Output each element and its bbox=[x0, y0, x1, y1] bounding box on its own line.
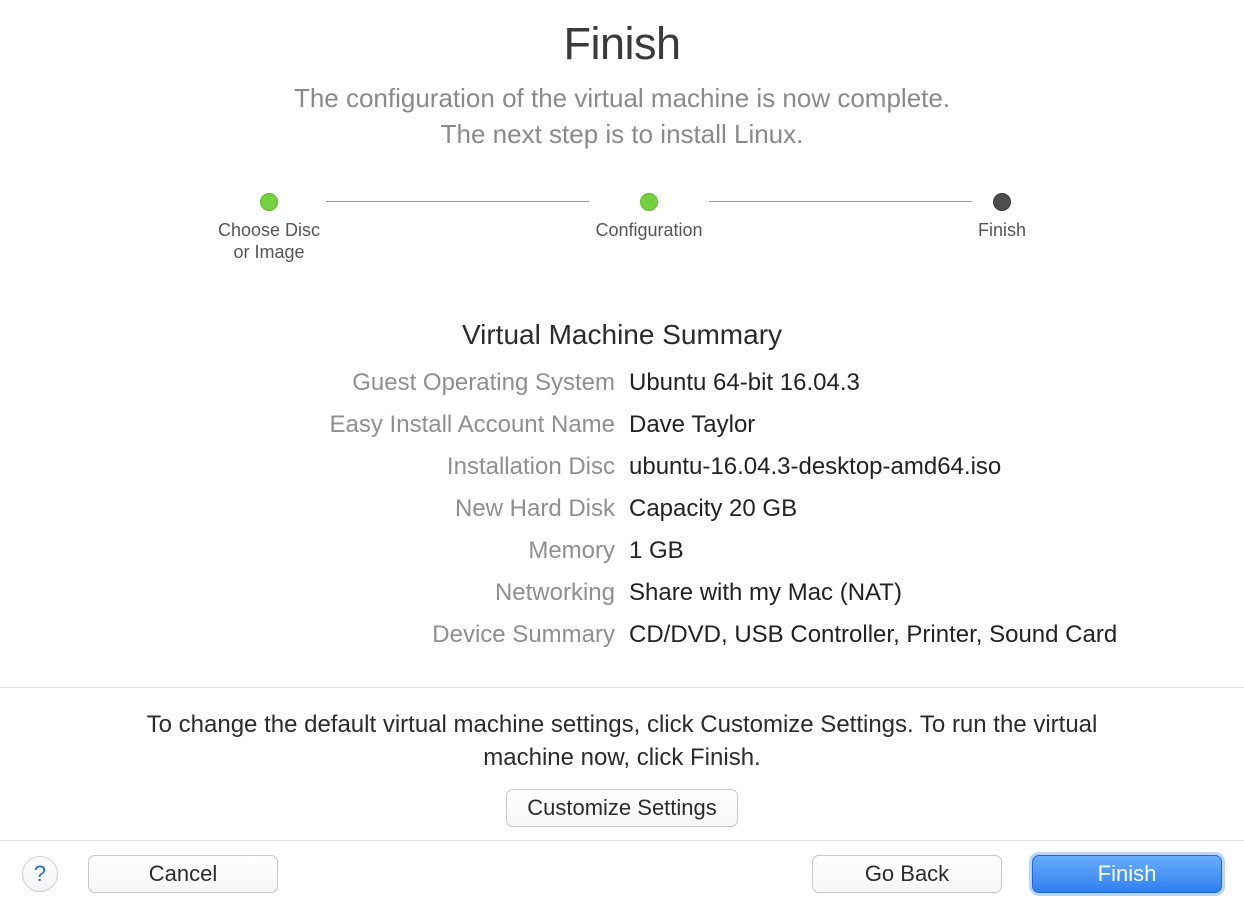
help-button[interactable]: ? bbox=[22, 856, 58, 892]
summary-label: Installation Disc bbox=[40, 453, 615, 481]
stepper-step-configuration: Configuration bbox=[589, 193, 708, 264]
step-label: Finish bbox=[972, 219, 1032, 242]
customize-settings-button[interactable]: Customize Settings bbox=[506, 789, 738, 827]
step-dot-icon bbox=[260, 193, 278, 211]
summary-value: Dave Taylor bbox=[629, 411, 1204, 439]
stepper: Choose Disc or Image Configuration Finis… bbox=[212, 193, 1032, 264]
step-dot-icon bbox=[993, 193, 1011, 211]
stepper-step-finish: Finish bbox=[972, 193, 1032, 264]
summary-value: Ubuntu 64-bit 16.04.3 bbox=[629, 369, 1204, 397]
summary-label: Easy Install Account Name bbox=[40, 411, 615, 439]
help-icon: ? bbox=[34, 861, 46, 887]
summary-value: Capacity 20 GB bbox=[629, 495, 1204, 523]
summary-label: Networking bbox=[40, 579, 615, 607]
stepper-step-choose-disc: Choose Disc or Image bbox=[212, 193, 326, 264]
hint-text: To change the default virtual machine se… bbox=[0, 708, 1244, 775]
summary-label: Memory bbox=[40, 537, 615, 565]
page-title: Finish bbox=[0, 18, 1244, 70]
summary-value: Share with my Mac (NAT) bbox=[629, 579, 1204, 607]
step-dot-icon bbox=[640, 193, 658, 211]
page-subtitle: The configuration of the virtual machine… bbox=[0, 80, 1244, 153]
cancel-button[interactable]: Cancel bbox=[88, 855, 278, 893]
vm-summary: Virtual Machine Summary Guest Operating … bbox=[0, 319, 1244, 649]
summary-title: Virtual Machine Summary bbox=[0, 319, 1244, 351]
summary-value: ubuntu-16.04.3-desktop-amd64.iso bbox=[629, 453, 1204, 481]
step-label: Choose Disc or Image bbox=[212, 219, 326, 264]
summary-label: Device Summary bbox=[40, 621, 615, 649]
divider bbox=[0, 687, 1244, 688]
summary-label: Guest Operating System bbox=[40, 369, 615, 397]
subtitle-line-2: The next step is to install Linux. bbox=[0, 116, 1244, 152]
subtitle-line-1: The configuration of the virtual machine… bbox=[0, 80, 1244, 116]
summary-label: New Hard Disk bbox=[40, 495, 615, 523]
summary-table: Guest Operating System Ubuntu 64-bit 16.… bbox=[0, 369, 1244, 649]
summary-value: CD/DVD, USB Controller, Printer, Sound C… bbox=[629, 621, 1204, 649]
step-label: Configuration bbox=[589, 219, 708, 242]
finish-button[interactable]: Finish bbox=[1032, 855, 1222, 893]
summary-value: 1 GB bbox=[629, 537, 1204, 565]
footer-bar: ? Cancel Go Back Finish bbox=[0, 840, 1244, 911]
go-back-button[interactable]: Go Back bbox=[812, 855, 1002, 893]
